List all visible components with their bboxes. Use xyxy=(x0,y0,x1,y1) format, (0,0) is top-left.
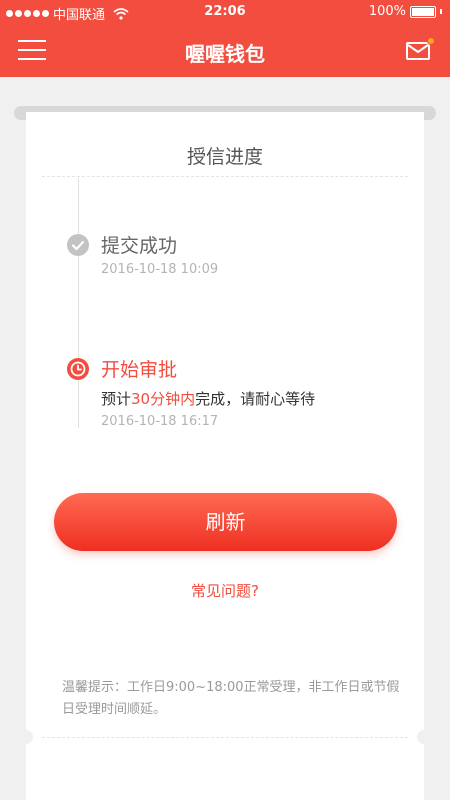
status-bar: 中国联通 22:06 100% xyxy=(0,0,450,24)
clock-icon xyxy=(67,358,89,380)
faq-link[interactable]: 常见问题? xyxy=(26,580,424,601)
progress-card: 授信进度 提交成功 2016-10-18 10:09 开始审批 预计30分钟内完… xyxy=(19,112,431,800)
mail-flap-icon xyxy=(407,44,429,54)
battery-percent: 100% xyxy=(368,4,406,19)
app-header: 中国联通 22:06 100% 喔喔钱包 xyxy=(0,0,450,77)
tip-text: 温馨提示：工作日9:00~18:00正常受理，非工作日或节假日受理时间顺延。 xyxy=(62,680,400,717)
card-title: 授信进度 xyxy=(186,146,263,168)
divider xyxy=(42,176,408,177)
step-desc-prefix: 预计 xyxy=(101,390,132,408)
refresh-button[interactable]: 刷新 xyxy=(54,493,397,551)
card-notch xyxy=(417,730,431,744)
divider xyxy=(42,737,408,738)
mail-badge xyxy=(427,37,435,45)
timeline-line xyxy=(78,178,79,428)
status-right: 100% xyxy=(369,4,442,19)
page-title: 喔喔钱包 xyxy=(185,42,265,66)
check-icon xyxy=(67,234,89,256)
step-desc-highlight: 30分钟内 xyxy=(131,390,196,408)
step-description: 预计30分钟内完成，请耐心等待 xyxy=(101,388,315,409)
mail-button[interactable] xyxy=(406,37,435,60)
step-title: 提交成功 xyxy=(101,235,178,257)
step-title: 开始审批 xyxy=(101,359,178,381)
step-date: 2016-10-18 10:09 xyxy=(101,262,219,277)
step-date: 2016-10-18 16:17 xyxy=(101,414,219,429)
battery-cap xyxy=(440,9,442,14)
step-desc-suffix: 完成，请耐心等待 xyxy=(195,390,316,408)
battery-icon xyxy=(410,5,436,18)
card-notch xyxy=(19,730,33,744)
